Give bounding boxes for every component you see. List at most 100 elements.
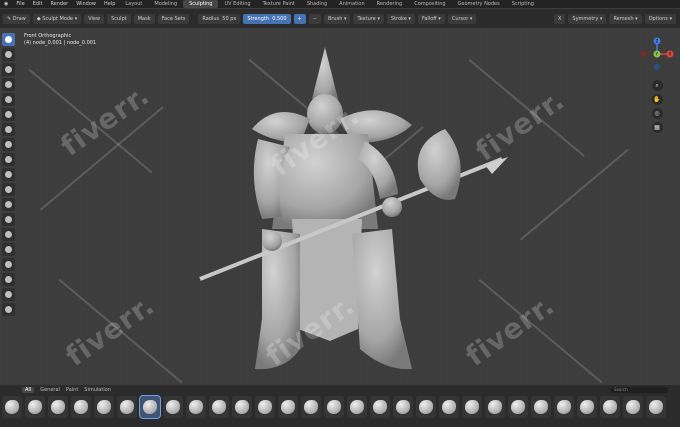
fill-tool[interactable] <box>2 183 15 196</box>
pan-hand-icon[interactable]: ✋ <box>651 94 663 105</box>
brush-thumbnail[interactable] <box>139 395 161 419</box>
symmetry-menu[interactable]: Symmetry ▾ <box>568 13 607 24</box>
cursor-menu[interactable]: Cursor ▾ <box>447 13 477 24</box>
brush-thumbnail[interactable] <box>347 396 367 418</box>
brush-preview-icon <box>373 400 387 414</box>
brush-thumbnail[interactable] <box>462 396 482 418</box>
direction-add-button[interactable]: + <box>293 13 306 24</box>
brush-thumbnail[interactable] <box>94 396 114 418</box>
workspace-tab-modeling[interactable]: Modeling <box>148 0 183 8</box>
brush-thumbnail[interactable] <box>646 396 666 418</box>
brush-thumbnail[interactable] <box>485 396 505 418</box>
workspace-tab-texture-paint[interactable]: Texture Paint <box>257 0 301 8</box>
camera-icon[interactable]: ◎ <box>651 108 663 119</box>
annotate-tool[interactable] <box>2 303 15 316</box>
menu-edit[interactable]: Edit <box>29 0 47 8</box>
remesh-menu[interactable]: Remesh ▾ <box>609 13 642 24</box>
symmetry-x-toggle[interactable]: X <box>553 13 566 24</box>
radius-field[interactable]: Radius 50 px <box>198 13 241 24</box>
brush-thumbnail[interactable] <box>209 396 229 418</box>
menu-sculpt[interactable]: Sculpt <box>107 13 131 24</box>
brush-thumbnail[interactable] <box>255 396 275 418</box>
blob-tool[interactable] <box>2 123 15 136</box>
shelf-tab-simulation[interactable]: Simulation <box>84 387 111 393</box>
brush-thumbnail[interactable] <box>117 396 137 418</box>
mask-tool[interactable] <box>2 288 15 301</box>
workspace-tab-sculpting[interactable]: Sculpting <box>183 0 219 8</box>
clay-strips-tool[interactable] <box>2 78 15 91</box>
pinch-tool[interactable] <box>2 213 15 226</box>
crease-tool[interactable] <box>2 138 15 151</box>
menu-face-sets[interactable]: Face Sets <box>157 13 190 24</box>
strength-field[interactable]: Strength 0.500 <box>243 13 291 24</box>
workspace-tab-rendering[interactable]: Rendering <box>371 0 409 8</box>
mode-selector[interactable]: ◆ Sculpt Mode ▾ <box>32 13 82 24</box>
shelf-tab-general[interactable]: General <box>40 387 60 393</box>
workspace-tab-animation[interactable]: Animation <box>333 0 371 8</box>
menu-help[interactable]: Help <box>100 0 119 8</box>
menu-view[interactable]: View <box>84 13 105 24</box>
direction-subtract-button[interactable]: − <box>308 13 321 24</box>
draw-sharp-tool[interactable] <box>2 48 15 61</box>
brush-thumbnail[interactable] <box>186 396 206 418</box>
layer-tool[interactable] <box>2 93 15 106</box>
shelf-tab-all[interactable]: All <box>22 386 35 393</box>
brush-thumbnail[interactable] <box>439 396 459 418</box>
workspace-tab-compositing[interactable]: Compositing <box>408 0 451 8</box>
brush-thumbnail[interactable] <box>2 396 22 418</box>
brush-menu[interactable]: Brush ▾ <box>323 13 351 24</box>
blender-logo-icon[interactable]: ◉ <box>0 0 12 8</box>
texture-menu[interactable]: Texture ▾ <box>353 13 384 24</box>
options-menu[interactable]: Options ▾ <box>644 13 676 24</box>
menu-render[interactable]: Render <box>46 0 72 8</box>
flatten-tool[interactable] <box>2 168 15 181</box>
3d-viewport[interactable]: fiverr. fiverr. fiverr. fiverr. fiverr. … <box>0 29 680 385</box>
thumb-tool[interactable] <box>2 258 15 271</box>
active-brush-selector[interactable]: ✎ Draw <box>3 13 30 24</box>
brush-thumbnail[interactable] <box>163 396 183 418</box>
brush-thumbnail[interactable] <box>393 396 413 418</box>
navigation-controls: X Z Y ⌕ ✋ ◎ ▦ <box>640 37 674 133</box>
brush-thumbnail[interactable] <box>508 396 528 418</box>
inflate-tool[interactable] <box>2 108 15 121</box>
orientation-gizmo[interactable]: X Z Y <box>640 37 674 71</box>
workspace-tab-geometry-nodes[interactable]: Geometry Nodes <box>452 0 506 8</box>
workspace-tab-scripting[interactable]: Scripting <box>506 0 540 8</box>
brush-thumbnail[interactable] <box>577 396 597 418</box>
falloff-menu[interactable]: Falloff ▾ <box>417 13 445 24</box>
scrape-tool[interactable] <box>2 198 15 211</box>
menu-window[interactable]: Window <box>72 0 100 8</box>
shelf-tab-paint[interactable]: Paint <box>66 387 78 393</box>
brush-thumbnail[interactable] <box>600 396 620 418</box>
shelf-search-input[interactable]: Search <box>610 387 668 393</box>
brush-thumbnail[interactable] <box>232 396 252 418</box>
workspace-tab-uv-editing[interactable]: UV Editing <box>218 0 256 8</box>
zoom-icon[interactable]: ⌕ <box>651 80 663 91</box>
brush-thumbnail[interactable] <box>25 396 45 418</box>
brush-thumbnail[interactable] <box>71 396 91 418</box>
brush-thumbnail[interactable] <box>531 396 551 418</box>
menu-mask[interactable]: Mask <box>133 13 155 24</box>
grab-tool[interactable] <box>2 228 15 241</box>
grid-icon[interactable]: ▦ <box>651 122 663 133</box>
brush-thumbnail[interactable] <box>623 396 643 418</box>
clay-tool[interactable] <box>2 63 15 76</box>
workspace-tab-layout[interactable]: Layout <box>119 0 148 8</box>
brush-thumbnail[interactable] <box>301 396 321 418</box>
workspace-tab-shading[interactable]: Shading <box>301 0 333 8</box>
symmetry-label: Symmetry <box>572 15 599 22</box>
brush-preview-icon <box>626 400 640 414</box>
smooth-tool[interactable] <box>2 153 15 166</box>
menu-file[interactable]: File <box>12 0 28 8</box>
brush-thumbnail[interactable] <box>278 396 298 418</box>
brush-thumbnail[interactable] <box>48 396 68 418</box>
brush-thumbnail[interactable] <box>416 396 436 418</box>
draw-tool[interactable] <box>2 33 15 46</box>
brush-thumbnail[interactable] <box>370 396 390 418</box>
snake-hook-tool[interactable] <box>2 243 15 256</box>
layer-icon <box>5 96 12 103</box>
rotate-tool[interactable] <box>2 273 15 286</box>
brush-thumbnail[interactable] <box>324 396 344 418</box>
brush-thumbnail[interactable] <box>554 396 574 418</box>
stroke-menu[interactable]: Stroke ▾ <box>386 13 415 24</box>
